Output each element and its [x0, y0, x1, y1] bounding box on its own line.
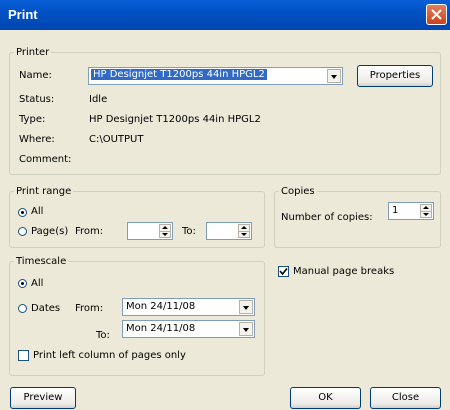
- status-label: Status:: [19, 94, 55, 105]
- printer-name-dropdown[interactable]: HP Designjet T1200ps 44in HPGL2: [88, 67, 343, 85]
- chevron-down-icon[interactable]: [239, 322, 253, 336]
- number-of-copies-spinner[interactable]: 1: [388, 202, 434, 220]
- printer-legend: Printer: [16, 47, 50, 58]
- timescale-all-radio[interactable]: [18, 279, 27, 288]
- properties-button[interactable]: Properties: [357, 65, 433, 87]
- manual-page-breaks-checkbox[interactable]: [278, 266, 289, 277]
- type-value: HP Designjet T1200ps 44in HPGL2: [89, 114, 261, 125]
- print-range-all-radio[interactable]: [18, 208, 27, 217]
- timescale-legend: Timescale: [16, 256, 67, 267]
- timescale-all-label: All: [31, 278, 44, 289]
- timescale-dates-label: Dates: [31, 303, 61, 314]
- checkmark-icon: [279, 267, 288, 276]
- status-value: Idle: [89, 94, 108, 105]
- timescale-from-value: Mon 24/11/08: [126, 301, 196, 312]
- number-of-copies-label: Number of copies:: [281, 212, 373, 223]
- where-value: C:\OUTPUT: [89, 134, 144, 145]
- timescale-from-dropdown[interactable]: Mon 24/11/08: [122, 298, 255, 316]
- window-close-button[interactable]: [426, 4, 447, 25]
- printer-name-value: HP Designjet T1200ps 44in HPGL2: [91, 69, 267, 80]
- copies-legend: Copies: [281, 186, 315, 197]
- preview-button[interactable]: Preview: [10, 387, 76, 409]
- printer-name-label: Name:: [19, 70, 52, 81]
- where-label: Where:: [19, 134, 55, 145]
- print-range-to-label: To:: [182, 226, 196, 237]
- spinner-arrows-icon[interactable]: [159, 224, 171, 238]
- comment-label: Comment:: [19, 154, 72, 165]
- print-left-column-label: Print left column of pages only: [33, 350, 186, 361]
- timescale-dates-radio[interactable]: [18, 304, 27, 313]
- print-range-to-spinner[interactable]: [206, 222, 252, 240]
- timescale-to-label: To:: [96, 330, 110, 341]
- type-label: Type:: [19, 114, 46, 125]
- ok-button[interactable]: OK: [290, 387, 361, 409]
- print-range-from-spinner[interactable]: [127, 222, 173, 240]
- print-range-from-label: From:: [75, 226, 104, 237]
- timescale-to-value: Mon 24/11/08: [126, 323, 196, 334]
- print-range-pages-radio[interactable]: [18, 227, 27, 236]
- timescale-to-dropdown[interactable]: Mon 24/11/08: [122, 320, 255, 338]
- spinner-arrows-icon[interactable]: [420, 204, 432, 218]
- number-of-copies-value: 1: [392, 205, 399, 216]
- manual-page-breaks-label: Manual page breaks: [293, 266, 395, 277]
- close-icon: [431, 9, 442, 20]
- print-left-column-checkbox[interactable]: [18, 350, 29, 361]
- dialog-body: Printer Name: HP Designjet T1200ps 44in …: [0, 30, 450, 410]
- timescale-from-label: From:: [75, 303, 104, 314]
- print-range-legend: Print range: [16, 186, 72, 197]
- spinner-arrows-icon[interactable]: [238, 224, 250, 238]
- close-button[interactable]: Close: [370, 387, 441, 409]
- chevron-down-icon[interactable]: [327, 69, 341, 83]
- print-range-pages-label: Page(s): [31, 226, 69, 237]
- chevron-down-icon[interactable]: [239, 300, 253, 314]
- window-title: Print: [8, 7, 38, 22]
- title-bar: Print: [0, 0, 450, 30]
- print-range-all-label: All: [31, 206, 44, 217]
